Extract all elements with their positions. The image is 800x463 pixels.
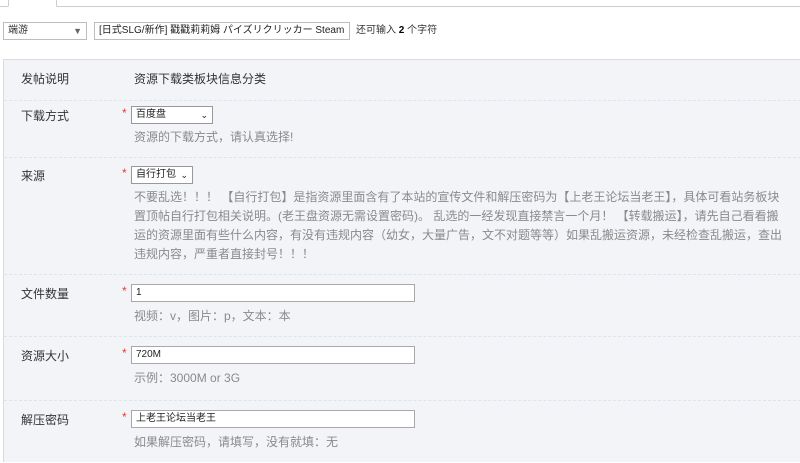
download-method-select[interactable]: 百度盘 ⌄ [131,106,213,124]
size-row: 资源大小 * 720M 示例：3000M or 3G [4,336,800,400]
remaining-count: 2 [398,25,405,36]
size-label: 资源大小 [21,349,70,363]
download-hint: 资源的下载方式，请认真选择! [134,130,294,144]
char-remaining: 还可输入 2 个字符 [356,23,437,39]
file-count-row: 文件数量 * 1 视频：v，图片：p，文本：本 [4,274,800,336]
title-input[interactable]: [日式SLG/新作] 戳戳莉莉姆 パイズリクリッカー Steam [94,22,350,40]
source-hint-line-1: 不要乱选！！！ 【自行打包】是指资源里面含有了本站的宣传文件和解压密码为【上老王… [134,190,780,204]
source-label: 来源 [21,169,46,183]
chevron-down-icon: ▼ [73,26,82,36]
password-hint: 如果解压密码，请填写，没有就填：无 [134,435,339,449]
file-count-hint: 视频：v，图片：p，文本：本 [134,309,291,323]
remaining-prefix: 还可输入 [356,25,396,36]
size-input[interactable]: 720M [131,346,415,364]
chevron-down-icon: ⌄ [180,170,188,180]
source-select[interactable]: 自行打包 ⌄ [131,166,193,184]
size-hint: 示例：3000M or 3G [134,371,241,385]
category-select[interactable]: 端游 ▼ [3,22,87,40]
file-count-input[interactable]: 1 [131,284,415,302]
download-label: 下载方式 [21,109,70,123]
password-input[interactable]: 上老王论坛当老王 [131,410,415,428]
intro-value: 资源下载类板块信息分类 [134,72,267,86]
download-row: 下载方式 * 百度盘 ⌄ 资源的下载方式，请认真选择! [4,100,800,157]
required-mark: * [122,106,127,120]
source-value: 自行打包 [136,169,176,180]
password-row: 解压密码 * 上老王论坛当老王 如果解压密码，请填写，没有就填：无 [4,400,800,463]
source-row: 来源 * 自行打包 ⌄ 不要乱选！！！ 【自行打包】是指资源里面含有了本站的宣传… [4,157,800,274]
password-label: 解压密码 [21,413,70,427]
category-select-value: 端游 [8,25,28,36]
remaining-suffix: 个字符 [407,25,438,36]
tab-strip [0,0,800,7]
required-mark: * [122,346,127,360]
required-mark: * [122,166,127,180]
required-mark: * [122,410,127,424]
file-count-label: 文件数量 [21,287,70,301]
title-row: 端游 ▼ [日式SLG/新作] 戳戳莉莉姆 パイズリクリッカー Steam 还可… [0,18,800,48]
intro-row: 发帖说明 资源下载类板块信息分类 [4,60,800,100]
chevron-down-icon: ⌄ [200,110,208,120]
source-hint-line-4: 违规内容，严重者直接封号！！！ [134,247,315,261]
source-hint-line-3: 运的资源里面有些什么内容，有没有违规内容（幼女，大量广告，文不对题等等）如果乱搬… [134,228,783,242]
active-tab[interactable] [8,0,57,7]
intro-label: 发帖说明 [21,72,70,86]
download-method-value: 百度盘 [136,109,166,120]
form-panel: 发帖说明 资源下载类板块信息分类 下载方式 * 百度盘 ⌄ 资源的下载方式，请认… [3,59,800,462]
required-mark: * [122,284,127,298]
source-hint-line-2: 置顶帖自行打包相关说明。(老王盘资源无需设置密码)。 乱选的一经发现直接禁言一个… [134,209,779,223]
